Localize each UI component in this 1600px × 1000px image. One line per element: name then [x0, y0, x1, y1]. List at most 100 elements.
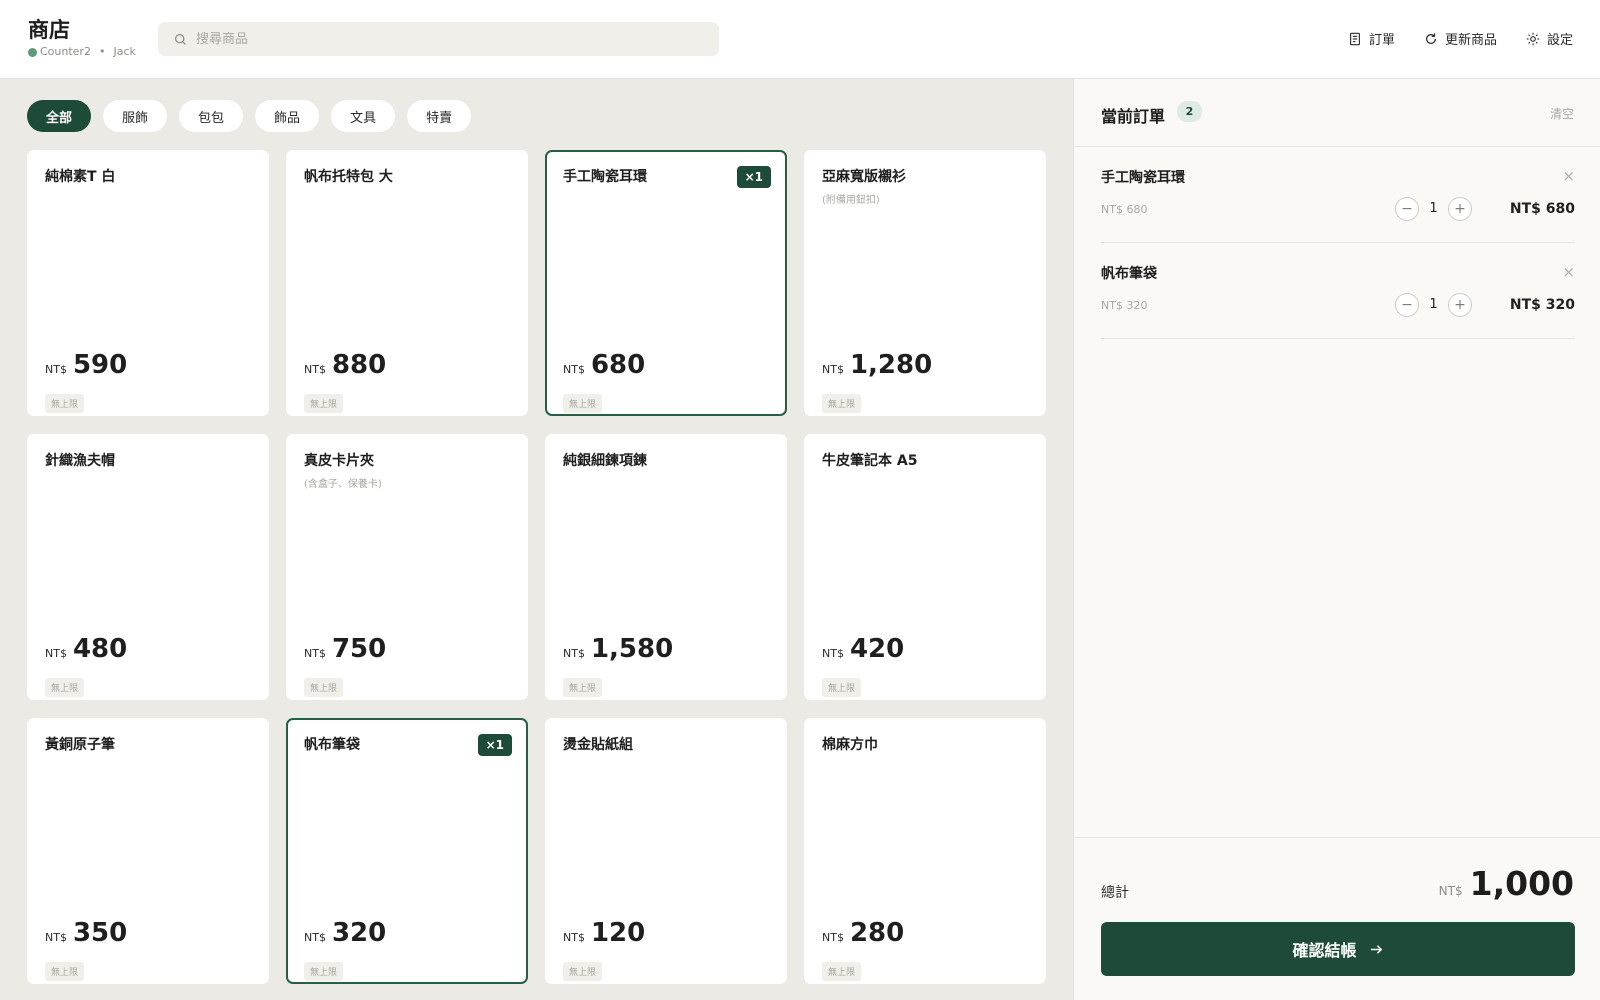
category-chip-all[interactable]: 全部: [27, 100, 92, 132]
price-currency: NT$: [304, 931, 326, 944]
stock-limit-badge: 無上限: [45, 394, 85, 413]
order-header: 當前訂單 2 清空: [1074, 79, 1600, 147]
orders-button[interactable]: 訂單: [1348, 29, 1395, 48]
product-card[interactable]: 燙金貼紙組 NT$ 120 無上限: [545, 718, 787, 984]
confirm-checkout-button[interactable]: 確認結帳: [1101, 922, 1575, 976]
decrease-quantity-button[interactable]: −: [1395, 293, 1419, 317]
quantity-stepper: − 1 +: [1395, 197, 1472, 221]
stock-limit-badge: 無上限: [822, 962, 862, 981]
product-price: NT$ 750: [304, 634, 386, 664]
product-card[interactable]: 純棉素T 白 NT$ 590 無上限: [27, 150, 269, 416]
product-catalog: 全部 服飾 包包 飾品 文具 特賣 純棉素T 白 NT$ 590 無上限 帆布托…: [0, 79, 1073, 1000]
cart-quantity-badge: ×1: [477, 734, 512, 756]
price-amount: 350: [72, 918, 128, 948]
increase-quantity-button[interactable]: +: [1448, 197, 1472, 221]
order-item-unit-price: NT$ 320: [1101, 299, 1148, 312]
product-card[interactable]: 真皮卡片夾 (含盒子、保養卡) NT$ 750 無上限: [286, 434, 528, 700]
product-note: (含盒子、保養卡): [304, 479, 382, 490]
category-chip-bags[interactable]: 包包: [179, 100, 244, 132]
product-price: NT$ 1,580: [563, 634, 673, 664]
product-price: NT$ 680: [563, 350, 645, 380]
app-title: 商店: [28, 18, 70, 42]
order-item-total: NT$ 320: [1509, 297, 1575, 313]
product-card[interactable]: 黃銅原子筆 NT$ 350 無上限: [27, 718, 269, 984]
session-info: Counter2 • Jack: [28, 45, 136, 59]
price-currency: NT$: [563, 647, 585, 660]
category-chip-accessories[interactable]: 飾品: [255, 100, 320, 132]
product-card[interactable]: 帆布筆袋 NT$ 320 無上限 ×1: [286, 718, 528, 984]
price-currency: NT$: [45, 647, 67, 660]
stock-limit-badge: 無上限: [563, 678, 603, 697]
stock-limit-badge: 無上限: [304, 678, 344, 697]
gear-icon: [1526, 32, 1540, 45]
total-currency: NT$: [1438, 884, 1463, 898]
remove-item-close-icon[interactable]: ×: [1562, 265, 1575, 280]
stock-limit-badge: 無上限: [304, 962, 344, 981]
category-chip-stationery[interactable]: 文具: [331, 100, 396, 132]
product-card[interactable]: 針織漁夫帽 NT$ 480 無上限: [27, 434, 269, 700]
price-amount: 120: [590, 918, 646, 948]
price-currency: NT$: [45, 363, 67, 376]
cart-quantity-badge: ×1: [736, 166, 771, 188]
stock-limit-badge: 無上限: [822, 394, 862, 413]
product-name: 棉麻方巾: [822, 737, 878, 753]
product-card[interactable]: 棉麻方巾 NT$ 280 無上限: [804, 718, 1046, 984]
remove-item-close-icon[interactable]: ×: [1562, 169, 1575, 184]
product-card[interactable]: 帆布托特包 大 NT$ 880 無上限: [286, 150, 528, 416]
price-amount: 590: [72, 350, 128, 380]
price-amount: 480: [72, 634, 128, 664]
product-price: NT$ 280: [822, 918, 904, 948]
top-bar: 商店 Counter2 • Jack 訂單 更新商品: [0, 0, 1600, 79]
order-line-item: 帆布筆袋 NT$ 320 × − 1 + NT$ 320: [1101, 243, 1575, 339]
user-name: Jack: [113, 45, 136, 58]
product-price: NT$ 880: [304, 350, 386, 380]
product-price: NT$ 350: [45, 918, 127, 948]
price-amount: 420: [849, 634, 905, 664]
header-actions: 訂單 更新商品 設定: [1348, 29, 1573, 48]
price-currency: NT$: [563, 931, 585, 944]
product-price: NT$ 120: [563, 918, 645, 948]
price-currency: NT$: [304, 363, 326, 376]
separator: •: [98, 45, 106, 58]
arrow-right-icon: [1370, 944, 1382, 954]
increase-quantity-button[interactable]: +: [1448, 293, 1472, 317]
refresh-icon: [1425, 32, 1436, 44]
total-amount: 1,000: [1469, 864, 1574, 903]
category-chip-sale[interactable]: 特賣: [407, 100, 472, 132]
product-card[interactable]: 亞麻寬版襯衫 (附備用鈕扣) NT$ 1,280 無上限: [804, 150, 1046, 416]
price-amount: 1,280: [849, 350, 933, 380]
order-item-unit-price: NT$ 680: [1101, 203, 1148, 216]
order-item-total: NT$ 680: [1509, 201, 1575, 217]
settings-button[interactable]: 設定: [1526, 29, 1573, 48]
product-name: 純棉素T 白: [45, 169, 116, 185]
order-line-item: 手工陶瓷耳環 NT$ 680 × − 1 + NT$ 680: [1101, 147, 1575, 243]
brand: 商店 Counter2 • Jack: [28, 18, 136, 59]
category-chip-apparel[interactable]: 服飾: [103, 100, 168, 132]
price-currency: NT$: [822, 647, 844, 660]
product-card[interactable]: 純銀細鍊項鍊 NT$ 1,580 無上限: [545, 434, 787, 700]
product-price: NT$ 320: [304, 918, 386, 948]
price-currency: NT$: [822, 931, 844, 944]
decrease-quantity-button[interactable]: −: [1395, 197, 1419, 221]
stock-limit-badge: 無上限: [563, 394, 603, 413]
order-footer: 總計 NT$ 1,000 確認結帳: [1074, 837, 1600, 1000]
search-input[interactable]: [196, 31, 676, 47]
refresh-products-button[interactable]: 更新商品: [1424, 29, 1497, 48]
order-total: NT$ 1,000: [1439, 864, 1574, 903]
stock-limit-badge: 無上限: [45, 678, 85, 697]
product-name: 真皮卡片夾: [304, 453, 374, 469]
order-item-name: 帆布筆袋: [1101, 266, 1157, 282]
search-bar[interactable]: [158, 22, 719, 56]
refresh-products-label: 更新商品: [1444, 33, 1497, 48]
stock-limit-badge: 無上限: [822, 678, 862, 697]
product-card[interactable]: 牛皮筆記本 A5 NT$ 420 無上限: [804, 434, 1046, 700]
clear-order-button[interactable]: 清空: [1550, 105, 1574, 122]
product-name: 牛皮筆記本 A5: [822, 453, 918, 469]
product-card[interactable]: 手工陶瓷耳環 NT$ 680 無上限 ×1: [545, 150, 787, 416]
product-name: 黃銅原子筆: [45, 737, 115, 753]
quantity-value: 1: [1429, 297, 1438, 312]
stock-limit-badge: 無上限: [304, 394, 344, 413]
quantity-stepper: − 1 +: [1395, 293, 1472, 317]
product-price: NT$ 480: [45, 634, 127, 664]
price-amount: 320: [331, 918, 387, 948]
